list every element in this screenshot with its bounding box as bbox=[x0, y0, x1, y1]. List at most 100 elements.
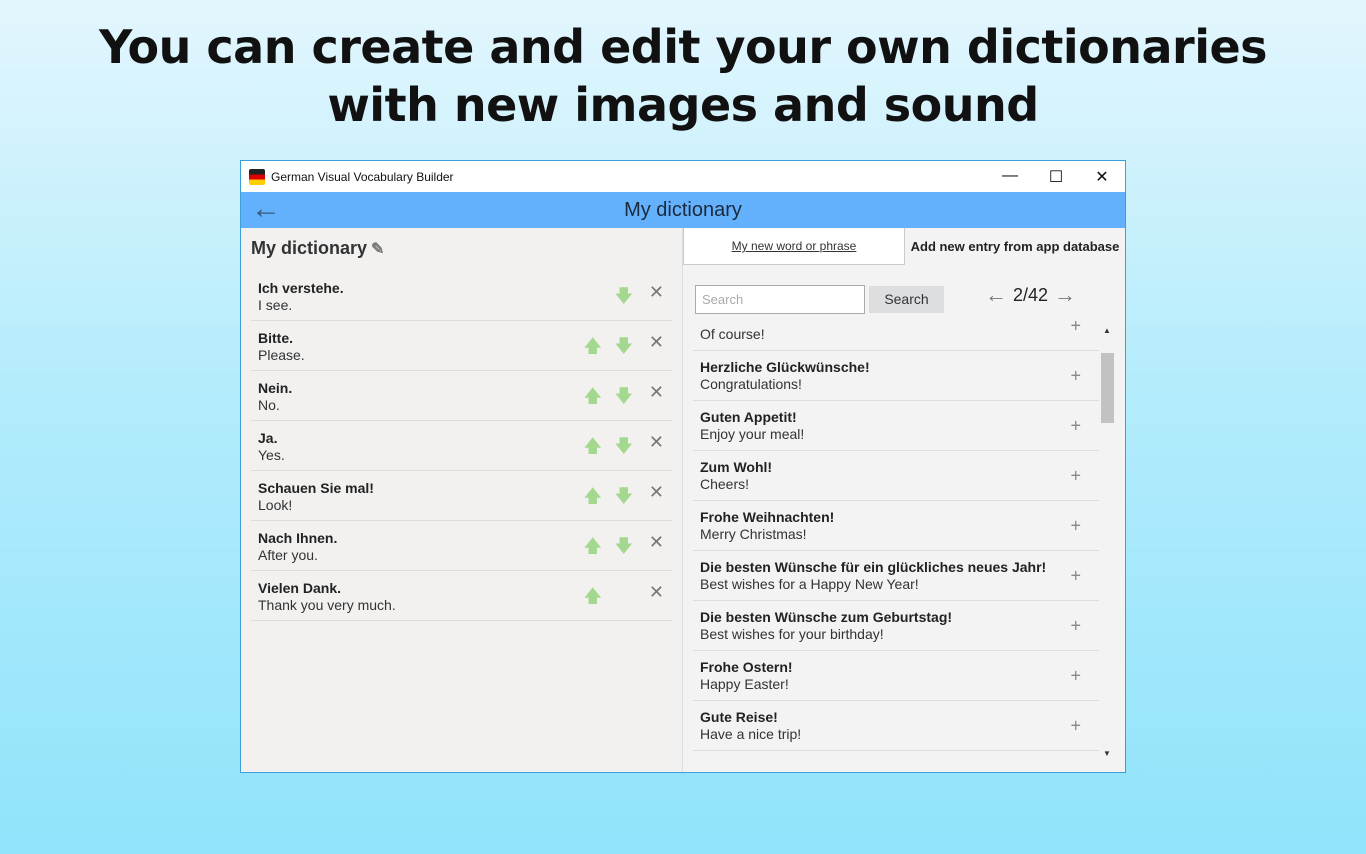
dictionary-entry[interactable]: Ich verstehe. I see. 🡇 ✕ bbox=[251, 271, 672, 321]
dictionary-title: My dictionary bbox=[251, 238, 368, 258]
prev-page-arrow-icon[interactable]: ← bbox=[985, 282, 1007, 308]
page-indicator: 2/42 bbox=[1013, 284, 1049, 305]
headline-line-1: You can create and edit your own diction… bbox=[98, 20, 1268, 74]
entry-german: Frohe Weihnachten! bbox=[700, 509, 835, 525]
entry-english: No. bbox=[258, 397, 280, 413]
scrollbar[interactable]: ▲ ▼ bbox=[1099, 321, 1115, 772]
add-entry-panel: My new word or phrase Add new entry from… bbox=[683, 228, 1125, 772]
entry-english: Merry Christmas! bbox=[700, 526, 807, 542]
dictionary-entry[interactable]: Ja. Yes. 🡅 🡇 ✕ bbox=[251, 421, 672, 471]
minimize-button[interactable]: — bbox=[987, 167, 1033, 187]
delete-x-icon[interactable]: ✕ bbox=[649, 332, 664, 353]
pencil-icon[interactable]: ✎ bbox=[371, 241, 384, 258]
entry-german: Frohe Ostern! bbox=[700, 659, 793, 675]
back-arrow-icon[interactable]: ← bbox=[251, 192, 281, 226]
move-down-arrow-icon[interactable]: 🡇 bbox=[614, 534, 633, 564]
entry-german: Gute Reise! bbox=[700, 709, 778, 725]
move-down-arrow-icon[interactable]: 🡇 bbox=[614, 434, 633, 464]
database-list: Of course! + Herzliche Glückwünsche! Con… bbox=[693, 321, 1099, 772]
headline-line-2: with new images and sound bbox=[327, 78, 1039, 132]
entry-german: Ja. bbox=[258, 430, 278, 446]
window-title: German Visual Vocabulary Builder bbox=[271, 169, 454, 184]
entry-german: Vielen Dank. bbox=[258, 580, 342, 596]
add-plus-icon[interactable]: + bbox=[1070, 615, 1081, 636]
entry-english: I see. bbox=[258, 297, 293, 313]
move-up-arrow-icon[interactable]: 🡅 bbox=[583, 584, 602, 614]
entry-english: Happy Easter! bbox=[700, 676, 789, 692]
add-plus-icon[interactable]: + bbox=[1070, 415, 1081, 436]
entry-english: Of course! bbox=[700, 326, 765, 342]
move-up-arrow-icon[interactable]: 🡅 bbox=[583, 484, 602, 514]
scroll-thumb[interactable] bbox=[1101, 353, 1114, 423]
entry-german: Bitte. bbox=[258, 330, 293, 346]
database-entry[interactable]: Zum Wohl! Cheers! + bbox=[693, 451, 1099, 501]
search-input[interactable]: Search bbox=[695, 285, 865, 314]
my-dictionary-panel: My dictionary ✎ Ich verstehe. I see. 🡇 ✕ Bi… bbox=[241, 228, 683, 772]
entry-german: Guten Appetit! bbox=[700, 409, 797, 425]
move-up-arrow-icon[interactable]: 🡅 bbox=[583, 334, 602, 364]
entry-english: Best wishes for your birthday! bbox=[700, 626, 884, 642]
database-entry[interactable]: Die besten Wünsche zum Geburtstag! Best … bbox=[693, 601, 1099, 651]
move-up-arrow-icon[interactable]: 🡅 bbox=[583, 434, 602, 464]
entry-english: Thank you very much. bbox=[258, 597, 396, 613]
move-up-arrow-icon[interactable]: 🡅 bbox=[583, 534, 602, 564]
add-plus-icon[interactable]: + bbox=[1070, 715, 1081, 736]
add-plus-icon[interactable]: + bbox=[1070, 365, 1081, 386]
delete-x-icon[interactable]: ✕ bbox=[649, 582, 664, 603]
entry-german: Die besten Wünsche für ein glückliches n… bbox=[700, 559, 1047, 575]
title-bar: German Visual Vocabulary Builder — ☐ ✕ bbox=[241, 161, 1125, 192]
move-down-arrow-icon[interactable]: 🡇 bbox=[614, 484, 633, 514]
move-down-arrow-icon[interactable]: 🡇 bbox=[614, 284, 633, 314]
entry-english: Look! bbox=[258, 497, 293, 513]
dictionary-entry[interactable]: Vielen Dank. Thank you very much. 🡅 ✕ bbox=[251, 571, 672, 621]
entry-english: Have a nice trip! bbox=[700, 726, 802, 742]
database-entry[interactable]: Guten Appetit! Enjoy your meal! + bbox=[693, 401, 1099, 451]
dictionary-entry[interactable]: Bitte. Please. 🡅 🡇 ✕ bbox=[251, 321, 672, 371]
add-plus-icon[interactable]: + bbox=[1070, 465, 1081, 486]
move-down-arrow-icon[interactable]: 🡇 bbox=[614, 384, 633, 414]
entry-english: Cheers! bbox=[700, 476, 750, 492]
entry-english: After you. bbox=[258, 547, 318, 563]
database-entry[interactable]: Frohe Weihnachten! Merry Christmas! + bbox=[693, 501, 1099, 551]
headline: You can create and edit your own diction… bbox=[0, 18, 1366, 134]
database-entry[interactable]: Die besten Wünsche für ein glückliches n… bbox=[693, 551, 1099, 601]
dictionary-entry[interactable]: Schauen Sie mal! Look! 🡅 🡇 ✕ bbox=[251, 471, 672, 521]
tab-my-new-word[interactable]: My new word or phrase bbox=[683, 228, 905, 265]
add-plus-icon[interactable]: + bbox=[1070, 321, 1081, 336]
entry-english: Congratulations! bbox=[700, 376, 802, 392]
entry-german: Die besten Wünsche zum Geburtstag! bbox=[700, 609, 953, 625]
add-plus-icon[interactable]: + bbox=[1070, 515, 1081, 536]
app-bar: ← My dictionary bbox=[241, 192, 1125, 228]
delete-x-icon[interactable]: ✕ bbox=[649, 482, 664, 503]
add-plus-icon[interactable]: + bbox=[1070, 665, 1081, 686]
maximize-button[interactable]: ☐ bbox=[1033, 167, 1079, 187]
appbar-title: My dictionary bbox=[624, 199, 742, 221]
scroll-down-icon[interactable]: ▼ bbox=[1103, 749, 1111, 758]
entry-english: Please. bbox=[258, 347, 305, 363]
database-entry[interactable]: Herzliche Glückwünsche! Congratulations!… bbox=[693, 351, 1099, 401]
delete-x-icon[interactable]: ✕ bbox=[649, 532, 664, 553]
entry-english: Yes. bbox=[258, 447, 285, 463]
database-entry[interactable]: Of course! + bbox=[693, 321, 1099, 351]
add-plus-icon[interactable]: + bbox=[1070, 565, 1081, 586]
move-down-arrow-icon[interactable]: 🡇 bbox=[614, 334, 633, 364]
entry-german: Nein. bbox=[258, 380, 293, 396]
entry-german: Zum Wohl! bbox=[700, 459, 773, 475]
next-page-arrow-icon[interactable]: → bbox=[1054, 282, 1076, 308]
close-button[interactable]: ✕ bbox=[1079, 167, 1125, 187]
app-icon bbox=[249, 168, 265, 185]
dictionary-entry[interactable]: Nach Ihnen. After you. 🡅 🡇 ✕ bbox=[251, 521, 672, 571]
entry-german: Schauen Sie mal! bbox=[258, 480, 374, 496]
delete-x-icon[interactable]: ✕ bbox=[649, 282, 664, 303]
database-entry[interactable]: Frohe Ostern! Happy Easter! + bbox=[693, 651, 1099, 701]
entry-english: Best wishes for a Happy New Year! bbox=[700, 576, 919, 592]
move-up-arrow-icon[interactable]: 🡅 bbox=[583, 384, 602, 414]
delete-x-icon[interactable]: ✕ bbox=[649, 382, 664, 403]
tab-add-from-database[interactable]: Add new entry from app database bbox=[905, 228, 1125, 265]
search-button[interactable]: Search bbox=[869, 286, 944, 313]
entry-english: Enjoy your meal! bbox=[700, 426, 805, 442]
delete-x-icon[interactable]: ✕ bbox=[649, 432, 664, 453]
dictionary-entry[interactable]: Nein. No. 🡅 🡇 ✕ bbox=[251, 371, 672, 421]
database-entry[interactable]: Gute Reise! Have a nice trip! + bbox=[693, 701, 1099, 751]
scroll-up-icon[interactable]: ▲ bbox=[1103, 326, 1111, 335]
